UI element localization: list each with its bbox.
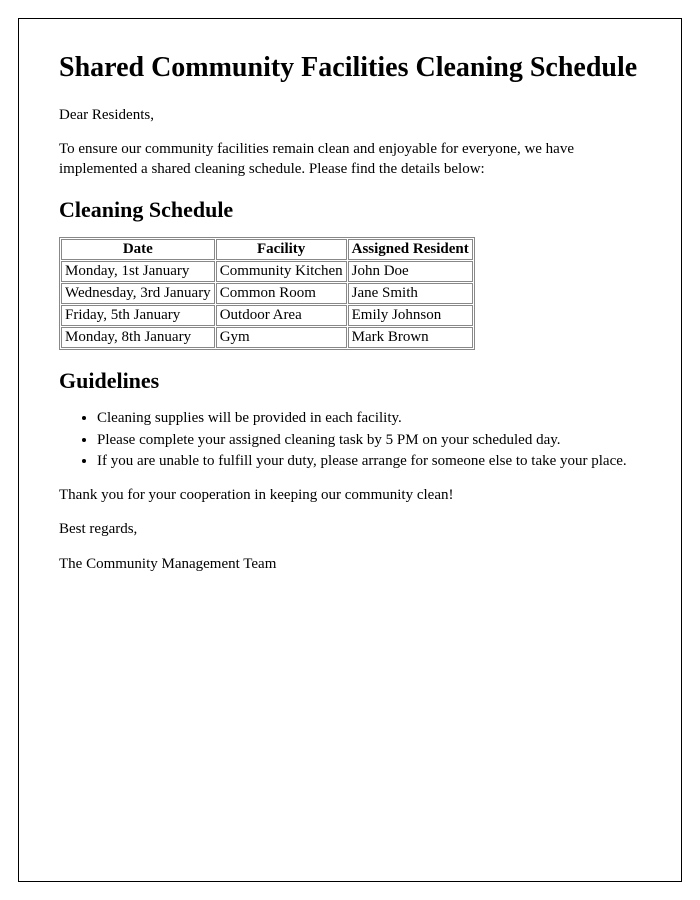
list-item: Please complete your assigned cleaning t… [97, 430, 641, 450]
table-row: Wednesday, 3rd January Common Room Jane … [61, 283, 473, 304]
table-cell: Monday, 8th January [61, 327, 215, 348]
table-row: Monday, 1st January Community Kitchen Jo… [61, 261, 473, 282]
table-cell: Friday, 5th January [61, 305, 215, 326]
table-cell: Gym [216, 327, 347, 348]
table-header-row: Date Facility Assigned Resident [61, 239, 473, 260]
table-cell: Community Kitchen [216, 261, 347, 282]
document-page: Shared Community Facilities Cleaning Sch… [18, 18, 682, 882]
table-cell: Outdoor Area [216, 305, 347, 326]
schedule-table: Date Facility Assigned Resident Monday, … [59, 237, 475, 350]
signature-text: The Community Management Team [59, 554, 641, 574]
guidelines-heading: Guidelines [59, 368, 641, 394]
table-cell: Jane Smith [348, 283, 473, 304]
table-cell: Monday, 1st January [61, 261, 215, 282]
table-row: Friday, 5th January Outdoor Area Emily J… [61, 305, 473, 326]
thanks-text: Thank you for your cooperation in keepin… [59, 485, 641, 505]
list-item: Cleaning supplies will be provided in ea… [97, 408, 641, 428]
table-header: Assigned Resident [348, 239, 473, 260]
table-header: Facility [216, 239, 347, 260]
table-cell: Common Room [216, 283, 347, 304]
greeting-text: Dear Residents, [59, 105, 641, 125]
table-cell: Mark Brown [348, 327, 473, 348]
page-title: Shared Community Facilities Cleaning Sch… [59, 51, 641, 85]
intro-text: To ensure our community facilities remai… [59, 139, 641, 180]
guidelines-list: Cleaning supplies will be provided in ea… [97, 408, 641, 471]
table-header: Date [61, 239, 215, 260]
table-cell: Emily Johnson [348, 305, 473, 326]
table-cell: Wednesday, 3rd January [61, 283, 215, 304]
list-item: If you are unable to fulfill your duty, … [97, 451, 641, 471]
table-cell: John Doe [348, 261, 473, 282]
schedule-heading: Cleaning Schedule [59, 197, 641, 223]
regards-text: Best regards, [59, 519, 641, 539]
table-row: Monday, 8th January Gym Mark Brown [61, 327, 473, 348]
